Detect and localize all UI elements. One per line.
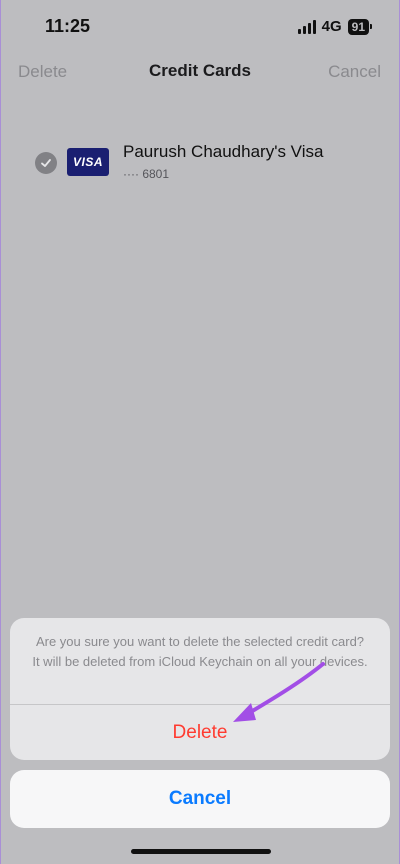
action-sheet-message: Are you sure you want to delete the sele…	[32, 634, 368, 669]
credit-card-row[interactable]: VISA Paurush Chaudhary's Visa ···· 6801	[35, 140, 379, 190]
delete-button[interactable]: Delete	[10, 705, 390, 760]
checkmark-icon[interactable]	[35, 152, 57, 174]
status-indicators: 4G 91	[297, 18, 373, 35]
cancel-button[interactable]: Cancel	[10, 770, 390, 828]
signal-icon	[297, 19, 316, 34]
card-number: ···· 6801	[123, 167, 170, 181]
nav-bar: Delete Credit Cards Cancel	[1, 58, 399, 88]
nav-cancel-button[interactable]: Cancel	[328, 62, 381, 82]
nav-delete-button[interactable]: Delete	[18, 62, 67, 82]
battery-icon: 91	[347, 18, 373, 35]
network-type: 4G	[321, 18, 342, 35]
card-name: Paurush Chaudhary's Visa	[123, 142, 324, 161]
visa-logo-icon: VISA	[67, 148, 109, 176]
action-sheet: Are you sure you want to delete the sele…	[10, 618, 390, 760]
status-time: 11:25	[45, 16, 91, 36]
home-indicator[interactable]	[131, 849, 271, 854]
status-bar: 11:25 4G 91	[1, 0, 399, 52]
